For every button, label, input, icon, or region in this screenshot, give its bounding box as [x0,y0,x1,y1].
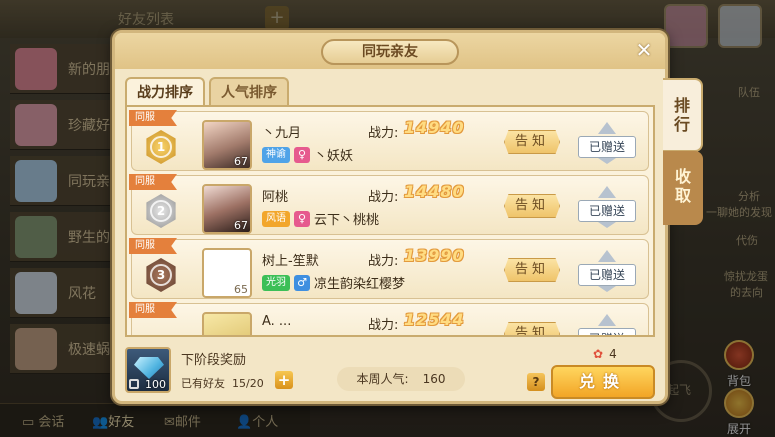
gift-status[interactable]: 已赠送 [578,250,636,292]
partner-name: 云下丶桃桃 [314,213,380,228]
server-tag: 神谕 [262,146,290,163]
player-name: 丶九月 [262,126,302,141]
reward-item[interactable]: 100 [125,347,171,393]
arrow-down-icon [598,222,616,228]
sort-tabs: 战力排序 人气排序 [125,77,289,105]
same-server-ribbon: 同服 [129,302,177,318]
player-level: 65 [234,283,248,296]
partner-name: 凉生韵染红樱梦 [314,277,406,292]
player-relation: 神谕 ♀ 丶妖妖 [262,145,353,164]
notify-button[interactable]: 告知 [504,258,560,282]
tab-power-sort[interactable]: 战力排序 [125,77,205,105]
power-label: 战力: [368,190,399,205]
flower-count: 4 [609,347,617,361]
rank-medal-icon: 3 [146,258,176,292]
side-tab-collect[interactable]: 收取 [663,151,703,225]
player-card[interactable]: 同服 3 65 树上-笙默光羽 ♂ 凉生韵染红樱梦 战力: 13990 告知 已赠送 [129,238,649,299]
side-tab-ranking[interactable]: 排行 [663,78,703,152]
server-tag: 风语 [262,210,290,227]
rank-medal-icon: 1 [146,130,176,164]
gifted-label: 已赠送 [578,328,636,335]
notify-button[interactable]: 告知 [504,194,560,218]
player-level: 67 [234,219,248,232]
next-reward-label: 下阶段奖励 [181,353,247,368]
arrow-up-icon [598,122,616,134]
power-label: 战力: [368,318,399,333]
lock-icon [129,379,139,389]
same-server-ribbon: 同服 [129,174,177,190]
help-icon[interactable]: ? [527,373,545,391]
close-icon[interactable]: ✕ [633,39,655,61]
rank-medal-icon: 2 [146,194,176,228]
add-friend-slot-button[interactable]: + [275,371,293,389]
player-name: 树上-笙默 [262,254,319,269]
weekly-pop-label: 本周人气: [356,372,409,386]
power-value: 14940 [404,118,465,137]
player-avatar[interactable]: 67 [202,120,252,170]
power-label: 战力: [368,126,399,141]
power-label: 战力: [368,254,399,269]
reward-count: 100 [145,378,166,391]
player-avatar[interactable]: 67 [202,184,252,234]
same-server-ribbon: 同服 [129,110,177,126]
arrow-up-icon [598,314,616,326]
player-level: 67 [234,155,248,168]
notify-button[interactable]: 告知 [504,130,560,154]
weekly-pop-value: 160 [422,372,446,386]
flower-icon: ✿ [593,347,604,361]
gifted-label: 已赠送 [578,264,636,286]
power-value: 13990 [404,246,465,265]
player-relation: 风语 ♀ 云下丶桃桃 [262,209,379,228]
arrow-down-icon [598,286,616,292]
friends-count: 已有好友 15/20 [181,377,264,390]
same-server-ribbon: 同服 [129,238,177,254]
player-card[interactable]: 同服 A. ... 战力: 12544 告知 已赠送 [129,302,649,335]
weekly-popularity: 本周人气: 160 [337,367,465,391]
player-card[interactable]: 同服 1 67 丶九月神谕 ♀ 丶妖妖 战力: 14940 告知 已赠送 [129,110,649,171]
diamond-icon [134,357,164,379]
gift-status[interactable]: 已赠送 [578,314,636,335]
gender-icon: ♀ [294,210,310,227]
flower-counter: ✿ 4 [593,347,617,361]
player-avatar[interactable] [202,312,252,335]
gift-status[interactable]: 已赠送 [578,186,636,228]
tab-popularity-sort[interactable]: 人气排序 [209,77,289,105]
player-card[interactable]: 同服 2 67 阿桃风语 ♀ 云下丶桃桃 战力: 14480 告知 已赠送 [129,174,649,235]
side-tab-label: 收取 [674,167,691,205]
dialog-title: 同玩亲友 [321,39,459,65]
power-value: 14480 [404,182,465,201]
server-tag: 光羽 [262,274,290,291]
player-avatar[interactable]: 65 [202,248,252,298]
rank-number: 2 [150,200,172,222]
exchange-button[interactable]: 兑换 [551,365,655,399]
rank-number: 3 [150,264,172,286]
player-name: A. ... [262,314,292,329]
arrow-down-icon [598,158,616,164]
gender-icon: ♀ [294,146,310,163]
notify-button[interactable]: 告知 [504,322,560,335]
gifted-label: 已赠送 [578,200,636,222]
player-name: 阿桃 [262,190,289,205]
partner-name: 丶妖妖 [314,149,354,164]
dialog-footer: 100 下阶段奖励 已有好友 15/20 + 本周人气: 160 ✿ 4 ? 兑换 [125,343,655,401]
dialog-header: 同玩亲友 ✕ [115,33,665,69]
rank-number: 1 [150,136,172,158]
gift-status[interactable]: 已赠送 [578,122,636,164]
arrow-up-icon [598,250,616,262]
power-value: 12544 [404,310,465,329]
gender-icon: ♂ [294,274,310,291]
side-tab-label: 排行 [673,96,690,134]
gifted-label: 已赠送 [578,136,636,158]
arrow-up-icon [598,186,616,198]
friends-dialog: 同玩亲友 ✕ 战力排序 人气排序 排行 收取 同服 1 67 丶九月 神谕 ♀ 丶妖妖 战力:… [112,30,703,404]
player-relation: 光羽 ♂ 凉生韵染红樱梦 [262,273,405,292]
player-list[interactable]: 同服 1 67 丶九月 神谕 ♀ 丶妖妖 战力: 14940 告知 已赠送 同服 2 67 阿桃 风语 ♀ 云下丶… [125,105,655,337]
